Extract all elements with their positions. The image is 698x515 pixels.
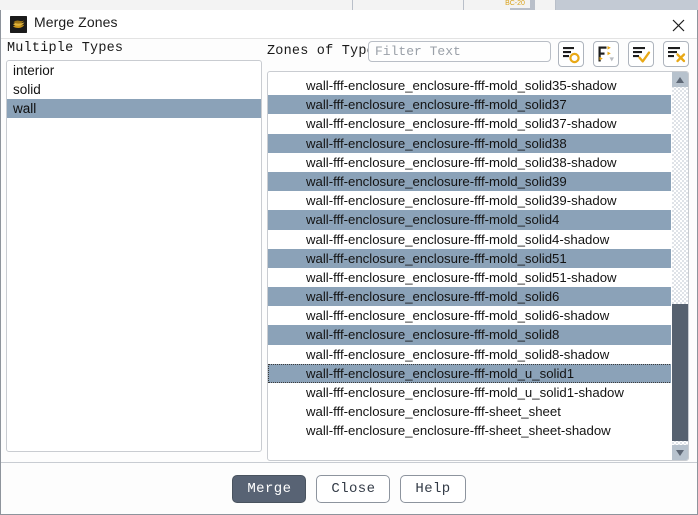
zones-list-items: wall-fff-enclosure_enclosure-fff-mold_so… bbox=[268, 76, 672, 441]
filter-options-icon[interactable] bbox=[593, 41, 619, 67]
background-app-strip: BC-20 bbox=[0, 0, 698, 11]
zones-list-item[interactable]: wall-fff-enclosure_enclosure-fff-mold_so… bbox=[268, 306, 672, 325]
close-button[interactable]: Close bbox=[316, 475, 391, 503]
zones-panel-label: Zones of Type bbox=[267, 44, 375, 59]
dialog-button-row: Merge Close Help bbox=[1, 475, 697, 503]
types-listbox[interactable]: interior solid wall bbox=[6, 60, 262, 452]
triangle-down-icon[interactable] bbox=[672, 445, 688, 460]
zones-list-item[interactable]: wall-fff-enclosure_enclosure-fff-sheet_s… bbox=[268, 421, 672, 440]
background-panel-right bbox=[556, 0, 698, 10]
zones-list-item[interactable]: wall-fff-enclosure_enclosure-fff-sheet_s… bbox=[268, 402, 672, 421]
zones-panel: Zones of Type Filter Text wall-fff-enclo… bbox=[267, 41, 692, 461]
triangle-up-icon[interactable] bbox=[672, 72, 688, 87]
select-match-icon[interactable] bbox=[558, 41, 584, 67]
zones-list-item[interactable]: wall-fff-enclosure_enclosure-fff-mold_so… bbox=[268, 345, 672, 364]
types-list-item[interactable]: interior bbox=[7, 61, 261, 80]
background-tab-label: BC-20 bbox=[500, 0, 530, 8]
zones-list-item[interactable]: wall-fff-enclosure_enclosure-fff-mold_so… bbox=[268, 76, 672, 95]
zones-list-item[interactable]: wall-fff-enclosure_enclosure-fff-mold_so… bbox=[268, 191, 672, 210]
zones-list-item[interactable]: wall-fff-enclosure_enclosure-fff-mold_so… bbox=[268, 153, 672, 172]
scrollbar-thumb[interactable] bbox=[672, 304, 688, 441]
zones-list-item[interactable]: wall-fff-enclosure_enclosure-fff-mold_so… bbox=[268, 133, 672, 153]
types-list-item[interactable]: solid bbox=[7, 80, 261, 99]
zones-list-item[interactable]: wall-fff-enclosure_enclosure-fff-mold_so… bbox=[268, 95, 672, 115]
zones-scrollbar[interactable] bbox=[671, 72, 688, 460]
zones-list-item[interactable]: wall-fff-enclosure_enclosure-fff-mold_so… bbox=[268, 248, 672, 268]
fluent-layers-icon bbox=[10, 16, 27, 33]
dialog-title: Merge Zones bbox=[34, 14, 118, 30]
dialog-footer: Merge Close Help bbox=[1, 463, 697, 513]
zones-list-item[interactable]: wall-fff-enclosure_enclosure-fff-mold_so… bbox=[268, 114, 672, 133]
zones-listbox[interactable]: wall-fff-enclosure_enclosure-fff-mold_so… bbox=[267, 71, 689, 461]
types-panel: Multiple Types interior solid wall bbox=[6, 41, 262, 452]
filter-text-input[interactable] bbox=[368, 41, 551, 62]
deselect-all-icon[interactable] bbox=[663, 41, 689, 67]
merge-button[interactable]: Merge bbox=[232, 475, 307, 503]
zones-list-item[interactable]: wall-fff-enclosure_enclosure-fff-mold_so… bbox=[268, 268, 672, 287]
merge-zones-dialog: Merge Zones Multiple Types interior solid… bbox=[0, 10, 698, 515]
zones-panel-header: Zones of Type bbox=[267, 41, 692, 67]
zones-list-item[interactable]: wall-fff-enclosure_enclosure-fff-mold_so… bbox=[268, 287, 672, 307]
help-button[interactable]: Help bbox=[400, 475, 466, 503]
types-list-item[interactable]: wall bbox=[7, 99, 261, 118]
zones-list-item[interactable]: wall-fff-enclosure_enclosure-fff-mold_so… bbox=[268, 325, 672, 345]
zones-list-item[interactable]: wall-fff-enclosure_enclosure-fff-mold_so… bbox=[268, 230, 672, 249]
types-panel-label: Multiple Types bbox=[7, 41, 124, 56]
zones-list-item[interactable]: wall-fff-enclosure_enclosure-fff-mold_u_… bbox=[268, 363, 672, 383]
zones-list-item[interactable]: wall-fff-enclosure_enclosure-fff-mold_so… bbox=[268, 210, 672, 230]
close-icon[interactable] bbox=[663, 12, 693, 36]
zones-list-item[interactable]: wall-fff-enclosure_enclosure-fff-mold_u_… bbox=[268, 383, 672, 402]
select-all-icon[interactable] bbox=[628, 41, 654, 67]
zones-list-item[interactable]: wall-fff-enclosure_enclosure-fff-mold_so… bbox=[268, 171, 672, 192]
dialog-titlebar: Merge Zones bbox=[1, 10, 697, 39]
dialog-content: Multiple Types interior solid wall Zones o… bbox=[1, 39, 697, 462]
